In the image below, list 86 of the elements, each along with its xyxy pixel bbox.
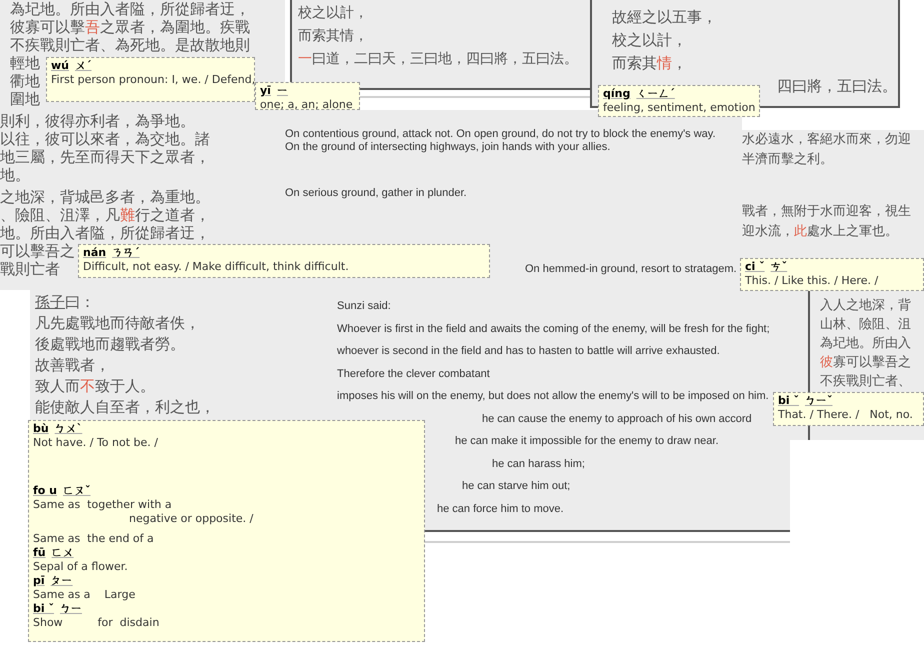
definition-text: Difficult, not easy. / Make difficult, think difficult. <box>83 260 349 273</box>
chinese-text-line: 可以擊吾之 <box>0 242 75 260</box>
chinese-text-line: 、險阻、沮澤，凡難行之道者， <box>0 206 210 224</box>
definition-text: This. / Like this. / Here. / <box>745 274 878 287</box>
chinese-text-line: 彼寡可以擊吾之 <box>820 355 911 370</box>
zhuyin-reading: ㄘˇ <box>770 260 788 274</box>
definition-text: feeling, sentiment, emotion <box>603 101 756 114</box>
chinese-text-line: 後處戰地而趨戰者勞。 <box>35 335 185 353</box>
chinese-text-line: 故善戰者， <box>35 356 110 374</box>
pinyin-reading: wú <box>51 59 69 73</box>
chinese-text-line: 校之以計， <box>612 31 687 49</box>
chinese-text-line: 水必遠水，客絕水而來，勿迎 <box>742 132 911 147</box>
zhuyin-reading: ㄨˊ <box>75 59 92 73</box>
pinyin-reading: pī <box>33 574 45 588</box>
chinese-text-line: 山林、險阻、沮 <box>820 317 911 332</box>
chinese-text-line: 輕地 <box>10 54 40 72</box>
translation-text-line: Therefore the clever combatant <box>337 368 490 380</box>
definition-text: Same as the end of a <box>33 532 154 545</box>
zhuyin-reading: ㄆㄧ <box>50 574 73 588</box>
chinese-text-line: 地三屬，先至而得天下之眾者， <box>0 148 210 166</box>
translation-text-line: he can cause the enemy to approach of his own accord <box>482 412 752 424</box>
pinyin-reading: bi ˇ <box>33 602 54 616</box>
translation-text-line: Whoever is first in the field and awaits the coming of the enemy, will be fresh for the fight; <box>337 322 770 334</box>
pinyin-reading: fū <box>33 546 46 560</box>
pinyin-reading: ci ˇ <box>745 260 765 274</box>
chinese-text-line: 為圮地。所由入 <box>820 336 911 351</box>
chinese-text-line: 迎水流，此處水上之軍也。 <box>742 224 898 239</box>
zhuyin-reading: ㄈㄡˇ <box>63 484 91 498</box>
pinyin-reading: bù <box>33 422 49 436</box>
chinese-text-line: 戰則亡者 <box>0 260 60 278</box>
chinese-text-line: 為圮地。所由入者隘，所從歸者迂， <box>10 0 250 18</box>
zhuyin-reading: ㄧ <box>276 84 288 98</box>
pinyin-reading: bi ˇ <box>778 394 799 408</box>
chinese-text-line: 不疾戰則亡者、 <box>820 374 911 389</box>
chinese-text-line: 故經之以五事， <box>612 8 717 26</box>
chinese-text-line: 不疾戰則亡者、為死地。是故散地則 <box>10 36 250 54</box>
translation-text-line: On contentious ground, attack not. On open ground, do not try to block the enemy's way. <box>285 128 716 140</box>
chinese-text-line: 之地深，背城邑多者，為重地。 <box>0 188 210 206</box>
definition-text: Show for disdain <box>33 616 160 629</box>
translation-text-line: On serious ground, gather in plunder. <box>285 187 467 199</box>
chinese-text-line: 孫子曰： <box>35 293 95 311</box>
chinese-text-line: 四曰將，五曰法。 <box>777 77 897 95</box>
pinyin-reading: fo u <box>33 484 58 498</box>
pinyin-reading: yī <box>260 84 271 98</box>
definition-text: Sepal of a flower. <box>33 560 128 573</box>
translation-text-line: he can harass him; <box>492 458 585 470</box>
translation-text-line: he can starve him out; <box>462 480 570 492</box>
chinese-text-line: 圍地 <box>10 90 40 108</box>
translation-text-line: On hemmed-in ground, resort to stratagem. <box>525 263 737 275</box>
pinyin-reading: nán <box>83 246 106 260</box>
definition-text: one; a, an; alone <box>260 98 353 111</box>
chinese-text-line: 凡先處戰地而待敵者佚， <box>35 314 200 332</box>
chinese-text-line: 地。所由入者隘，所從歸者迂， <box>0 224 210 242</box>
translation-text-line: he can force him to move. <box>437 502 564 514</box>
chinese-text-line: 半濟而擊之利。 <box>742 152 833 167</box>
definition-text: Same as together with a <box>33 498 172 511</box>
definition-text: Not have. / To not be. / <box>33 436 158 449</box>
zhuyin-reading: ㄅㄧˇ <box>804 394 832 408</box>
chinese-text-line: 則利，彼得亦利者，為爭地。 <box>0 112 195 130</box>
definition-text: Same as a Large <box>33 588 136 601</box>
translation-text-line: he can make it impossible for the enemy to draw near. <box>455 435 719 447</box>
zhuyin-reading: ㄑㄧㄥˊ <box>636 87 675 101</box>
translation-text-line: imposes his will on the enemy, but does not allow the enemy's will to be imposed on him. <box>337 390 769 402</box>
chinese-text-line: 而索其情， <box>612 54 687 72</box>
pinyin-reading: qíng <box>603 87 630 101</box>
zhuyin-reading: ㄅㄧ <box>60 602 82 616</box>
chinese-text-line: 衢地 <box>10 72 40 90</box>
chinese-text-line: 而索其情， <box>298 28 368 44</box>
chinese-text-line: 地。 <box>0 166 30 184</box>
chinese-text-line: 能使敵人自至者，利之也， <box>35 398 215 416</box>
translation-text-line: On the ground of intersecting highways, join hands with your allies. <box>285 141 610 153</box>
translation-text-line: Sunzi said: <box>337 300 391 312</box>
chinese-text-line: 校之以計， <box>298 5 368 21</box>
zhuyin-reading: ㄋㄢˊ <box>112 246 140 260</box>
zhuyin-reading: ㄅㄨˋ <box>54 422 82 436</box>
chinese-text-line: 致人而不致于人。 <box>35 377 155 395</box>
chinese-text-line: 以往，彼可以來者，為交地。諸 <box>0 130 210 148</box>
definition-text: negative or opposite. / <box>129 512 254 525</box>
definition-text: That. / There. / Not, no. <box>778 408 913 421</box>
chinese-text-line: 彼寡可以擊吾之眾者，為圍地。疾戰 <box>10 18 250 36</box>
chinese-text-line: 一曰道，二曰天，三曰地，四曰將，五曰法。 <box>298 51 578 67</box>
chinese-text-line: 戰者，無附于水而迎客，視生 <box>742 204 911 219</box>
zhuyin-reading: ㄈㄨ <box>52 546 74 560</box>
translation-text-line: whoever is second in the field and has to hasten to battle will arrive exhausted. <box>337 345 720 357</box>
definition-text: First person pronoun: I, we. / Defend, <box>51 73 256 86</box>
chinese-text-line: 入人之地深，背 <box>820 298 911 313</box>
